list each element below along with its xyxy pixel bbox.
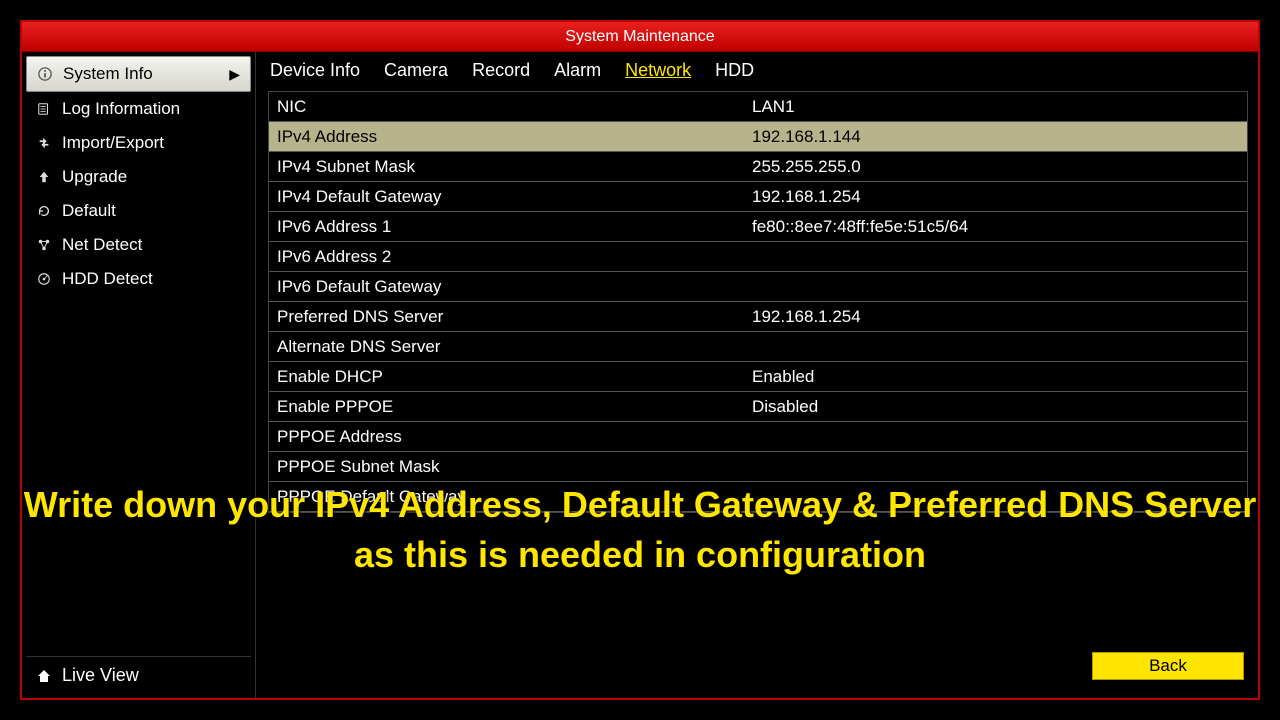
hdd-detect-icon bbox=[36, 271, 52, 287]
row-label: Alternate DNS Server bbox=[269, 337, 744, 357]
back-label: Back bbox=[1149, 656, 1187, 676]
sidebar-item-label: Net Detect bbox=[62, 235, 142, 255]
tab-record[interactable]: Record bbox=[472, 60, 530, 81]
row-label: Preferred DNS Server bbox=[269, 307, 744, 327]
table-row[interactable]: Enable DHCP Enabled bbox=[269, 362, 1247, 392]
tab-camera[interactable]: Camera bbox=[384, 60, 448, 81]
row-value: 192.168.1.254 bbox=[744, 187, 1247, 207]
live-view-label: Live View bbox=[62, 665, 139, 686]
row-value: Disabled bbox=[744, 397, 1247, 417]
row-label: PPPOE Default Gateway bbox=[269, 487, 744, 507]
sidebar: System Info ▶ Log Information Import/Exp… bbox=[22, 52, 256, 698]
sidebar-item-system-info[interactable]: System Info ▶ bbox=[26, 56, 251, 92]
home-icon bbox=[36, 668, 52, 684]
row-label: IPv6 Address 2 bbox=[269, 247, 744, 267]
row-label: IPv6 Address 1 bbox=[269, 217, 744, 237]
tabs: Device Info Camera Record Alarm Network … bbox=[260, 54, 1254, 85]
sidebar-item-import-export[interactable]: Import/Export bbox=[26, 126, 251, 160]
title-text: System Maintenance bbox=[565, 28, 714, 46]
log-icon bbox=[36, 101, 52, 117]
row-label: IPv6 Default Gateway bbox=[269, 277, 744, 297]
table-row[interactable]: PPPOE Default Gateway bbox=[269, 482, 1247, 512]
header-label: NIC bbox=[269, 97, 744, 117]
sidebar-item-log-information[interactable]: Log Information bbox=[26, 92, 251, 126]
import-export-icon bbox=[36, 135, 52, 151]
table-row[interactable]: IPv6 Address 2 bbox=[269, 242, 1247, 272]
sidebar-item-default[interactable]: Default bbox=[26, 194, 251, 228]
row-label: IPv4 Subnet Mask bbox=[269, 157, 744, 177]
row-value: Enabled bbox=[744, 367, 1247, 387]
app-frame: System Maintenance System Info ▶ Log Inf… bbox=[20, 20, 1260, 700]
default-icon bbox=[36, 203, 52, 219]
row-value: 255.255.255.0 bbox=[744, 157, 1247, 177]
live-view-button[interactable]: Live View bbox=[26, 656, 251, 694]
sidebar-item-label: HDD Detect bbox=[62, 269, 153, 289]
row-label: IPv4 Address bbox=[269, 127, 744, 147]
tab-device-info[interactable]: Device Info bbox=[270, 60, 360, 81]
sidebar-item-label: Import/Export bbox=[62, 133, 164, 153]
row-label: Enable DHCP bbox=[269, 367, 744, 387]
row-label: IPv4 Default Gateway bbox=[269, 187, 744, 207]
main-panel: Device Info Camera Record Alarm Network … bbox=[256, 52, 1258, 698]
tab-alarm[interactable]: Alarm bbox=[554, 60, 601, 81]
table-row[interactable]: IPv4 Subnet Mask 255.255.255.0 bbox=[269, 152, 1247, 182]
table-row[interactable]: Enable PPPOE Disabled bbox=[269, 392, 1247, 422]
upgrade-icon bbox=[36, 169, 52, 185]
row-label: PPPOE Subnet Mask bbox=[269, 457, 744, 477]
chevron-right-icon: ▶ bbox=[229, 66, 240, 83]
body: System Info ▶ Log Information Import/Exp… bbox=[22, 52, 1258, 698]
network-table: NIC LAN1 IPv4 Address 192.168.1.144 IPv4… bbox=[268, 91, 1248, 513]
row-value: 192.168.1.254 bbox=[744, 307, 1247, 327]
row-value: 192.168.1.144 bbox=[744, 127, 1247, 147]
row-label: PPPOE Address bbox=[269, 427, 744, 447]
titlebar: System Maintenance bbox=[22, 22, 1258, 52]
sidebar-item-net-detect[interactable]: Net Detect bbox=[26, 228, 251, 262]
row-value: fe80::8ee7:48ff:fe5e:51c5/64 bbox=[744, 217, 1247, 237]
table-row[interactable]: PPPOE Subnet Mask bbox=[269, 452, 1247, 482]
table-row[interactable]: IPv6 Default Gateway bbox=[269, 272, 1247, 302]
sidebar-item-label: Upgrade bbox=[62, 167, 127, 187]
info-icon bbox=[37, 66, 53, 82]
table-row[interactable]: IPv6 Address 1 fe80::8ee7:48ff:fe5e:51c5… bbox=[269, 212, 1247, 242]
sidebar-item-upgrade[interactable]: Upgrade bbox=[26, 160, 251, 194]
table-row[interactable]: Preferred DNS Server 192.168.1.254 bbox=[269, 302, 1247, 332]
sidebar-item-label: System Info bbox=[63, 64, 153, 84]
net-detect-icon bbox=[36, 237, 52, 253]
sidebar-item-label: Log Information bbox=[62, 99, 180, 119]
header-value: LAN1 bbox=[744, 97, 1247, 117]
table-header-row: NIC LAN1 bbox=[269, 92, 1247, 122]
table-row[interactable]: Alternate DNS Server bbox=[269, 332, 1247, 362]
table-row[interactable]: IPv4 Default Gateway 192.168.1.254 bbox=[269, 182, 1247, 212]
sidebar-item-hdd-detect[interactable]: HDD Detect bbox=[26, 262, 251, 296]
sidebar-item-label: Default bbox=[62, 201, 116, 221]
back-button[interactable]: Back bbox=[1092, 652, 1244, 680]
table-row[interactable]: PPPOE Address bbox=[269, 422, 1247, 452]
table-row[interactable]: IPv4 Address 192.168.1.144 bbox=[269, 122, 1247, 152]
tab-network[interactable]: Network bbox=[625, 60, 691, 81]
tab-hdd[interactable]: HDD bbox=[715, 60, 754, 81]
row-label: Enable PPPOE bbox=[269, 397, 744, 417]
